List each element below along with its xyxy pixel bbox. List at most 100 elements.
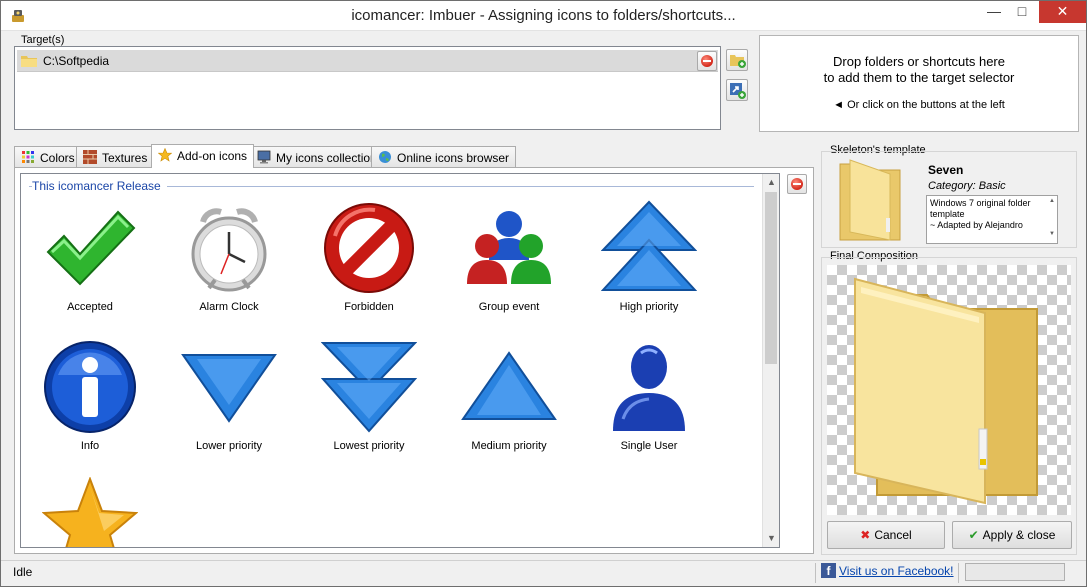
target-path: C:\Softpedia [43, 54, 110, 68]
tab-my-icons-collection-label: My icons collection [276, 151, 377, 165]
icon-forbidden[interactable]: Forbidden [304, 200, 434, 330]
add-on-icons-panel: This icomancer Release Accepted Alarm Cl… [14, 167, 814, 554]
palette-icon [22, 151, 34, 163]
skeleton-description[interactable]: Windows 7 original folder template ~ Ada… [926, 195, 1058, 244]
facebook-icon[interactable]: f [821, 563, 836, 578]
icon-label: Medium priority [471, 440, 547, 452]
skeleton-category: Category: Basic [928, 180, 1006, 192]
icon-label: Forbidden [344, 301, 394, 313]
tab-textures-label: Textures [102, 151, 148, 165]
icon-lowest-priority[interactable]: Lowest priority [304, 339, 434, 469]
icon-group-event[interactable]: Group event [444, 200, 574, 330]
target-item[interactable]: C:\Softpedia [17, 50, 718, 72]
main-window: icomancer: Imbuer - Assigning icons to f… [0, 0, 1087, 587]
maximize-icon[interactable]: □ [1008, 1, 1036, 23]
folder-icon [839, 159, 901, 241]
target-list[interactable]: C:\Softpedia [14, 46, 721, 130]
icon-label: High priority [619, 301, 679, 313]
facebook-link[interactable]: Visit us on Facebook! [839, 564, 954, 578]
up-arrow-icon [461, 351, 557, 420]
double-down-arrow-icon [321, 342, 417, 433]
add-folder-button[interactable] [726, 49, 748, 71]
apply-label: Apply & close [982, 528, 1056, 542]
skeleton-description-line3: ~ Adapted by Alejandro [930, 220, 1023, 230]
icons-grid: This icomancer Release Accepted Alarm Cl… [20, 173, 780, 548]
scroll-up-icon[interactable]: ▲ [763, 174, 779, 191]
drop-hint-line3: ◄ Or click on the buttons at the left [833, 99, 1005, 111]
user-icon [613, 345, 685, 431]
close-icon[interactable]: ✕ [1039, 1, 1086, 23]
icon-medium-priority[interactable]: Medium priority [444, 339, 574, 469]
cancel-icon: ✖ [860, 528, 871, 542]
skeleton-description-line2: template [930, 209, 965, 219]
status-progress-field [965, 563, 1065, 581]
icon-label: Lowest priority [333, 440, 405, 452]
icon-label: Alarm Clock [199, 301, 259, 313]
remove-icon-button[interactable] [787, 174, 807, 194]
checkmark-icon [46, 210, 136, 286]
tab-add-on-icons-label: Add-on icons [177, 149, 248, 163]
skeleton-template-box: Seven Category: Basic Windows 7 original… [821, 151, 1077, 248]
globe-icon [379, 151, 391, 163]
tab-my-icons-collection[interactable]: My icons collection [250, 146, 384, 167]
alarm-clock-icon [191, 208, 267, 292]
scroll-down-icon[interactable]: ▼ [763, 530, 779, 547]
status-bar: Idle f Visit us on Facebook! [1, 560, 1086, 586]
double-up-arrow-icon [601, 200, 697, 291]
tab-add-on-icons[interactable]: Add-on icons [151, 144, 255, 168]
drop-hint-line1: Drop folders or shortcuts here [833, 54, 1005, 69]
remove-icon [701, 55, 713, 67]
remove-target-button[interactable] [697, 51, 717, 71]
drop-hint-line2: to add them to the target selector [823, 70, 1015, 85]
release-title: This icomancer Release [32, 179, 167, 193]
add-shortcut-button[interactable] [726, 79, 748, 101]
skeleton-description-line1: Windows 7 original folder [930, 198, 1031, 208]
info-icon [44, 341, 136, 433]
description-scrollbar[interactable]: ▲ ▼ [1047, 196, 1057, 243]
targets-label: Target(s) [19, 34, 67, 46]
drop-zone[interactable]: Drop folders or shortcuts here to add th… [759, 35, 1079, 132]
tab-colors-label: Colors [40, 151, 75, 165]
final-composition-box: ✖ Cancel ✔ Apply & close [821, 257, 1077, 555]
apply-check-icon: ✔ [968, 528, 979, 542]
forbidden-icon [324, 203, 414, 293]
star-icon [42, 477, 138, 547]
icon-label: Accepted [67, 301, 113, 313]
down-arrow-icon [181, 354, 277, 423]
remove-icon [791, 178, 803, 190]
add-shortcut-icon [730, 83, 746, 99]
tab-online-icons-browser-label: Online icons browser [397, 151, 510, 165]
icon-lower-priority[interactable]: Lower priority [164, 339, 294, 469]
status-separator [815, 563, 816, 583]
icon-single-user[interactable]: Single User [584, 339, 714, 469]
tab-textures[interactable]: Textures [76, 146, 155, 167]
icons-scrollbar[interactable]: ▲ ▼ [762, 174, 779, 547]
apply-close-button[interactable]: ✔ Apply & close [952, 521, 1072, 549]
icon-star[interactable] [25, 477, 155, 547]
icon-info[interactable]: Info [25, 339, 155, 469]
folder-icon [854, 277, 1038, 505]
scroll-thumb[interactable] [765, 192, 777, 364]
folder-icon [21, 56, 37, 67]
icon-label: Lower priority [195, 440, 263, 452]
skeleton-name: Seven [928, 163, 964, 177]
add-folder-icon [730, 55, 746, 68]
group-users-icon [467, 211, 551, 284]
brick-icon [83, 150, 97, 164]
title-bar: icomancer: Imbuer - Assigning icons to f… [1, 1, 1086, 31]
monitor-icon [257, 150, 271, 164]
cancel-button[interactable]: ✖ Cancel [827, 521, 945, 549]
status-text: Idle [13, 565, 33, 579]
cancel-label: Cancel [874, 528, 912, 542]
tab-online-icons-browser[interactable]: Online icons browser [371, 146, 517, 167]
icon-label: Single User [620, 440, 678, 452]
icon-alarm-clock[interactable]: Alarm Clock [164, 200, 294, 330]
composition-preview [827, 265, 1071, 515]
status-separator [958, 563, 959, 583]
window-title: icomancer: Imbuer - Assigning icons to f… [351, 7, 736, 24]
icon-accepted[interactable]: Accepted [25, 200, 155, 330]
minimize-icon[interactable]: — [980, 1, 1008, 23]
icon-label: Group event [478, 301, 540, 313]
icon-high-priority[interactable]: High priority [584, 200, 714, 330]
tab-colors[interactable]: Colors [14, 146, 82, 167]
